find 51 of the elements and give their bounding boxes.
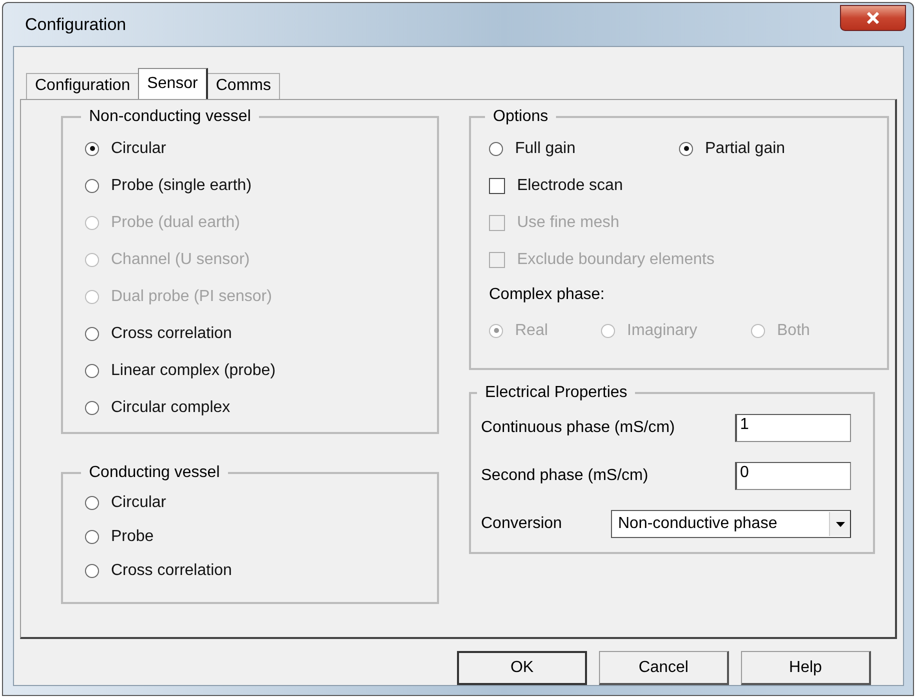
field-label: Complex phase: xyxy=(489,285,606,305)
group-title: Non-conducting vessel xyxy=(88,108,252,126)
window-title: Configuration xyxy=(25,14,126,34)
radio-button[interactable] xyxy=(85,364,99,378)
input-field[interactable]: 1 xyxy=(735,414,851,442)
radio-button[interactable] xyxy=(85,326,99,340)
tab[interactable]: Configuration xyxy=(26,73,140,99)
radio-label: Probe xyxy=(111,528,154,546)
tab[interactable]: Comms xyxy=(206,73,280,99)
radio-button[interactable] xyxy=(489,142,503,156)
input-field[interactable]: 0 xyxy=(735,462,851,490)
checkbox-label: Exclude boundary elements xyxy=(517,250,714,268)
tab[interactable]: Sensor xyxy=(138,68,208,99)
radio-label: Cross correlation xyxy=(111,324,232,342)
radio-label: Channel (U sensor) xyxy=(111,250,250,268)
checkbox[interactable] xyxy=(489,178,505,194)
radio-label: Dual probe (PI sensor) xyxy=(111,288,272,306)
dialog-button[interactable]: Help xyxy=(741,651,871,685)
radio-label: Probe (dual earth) xyxy=(111,214,240,232)
close-icon xyxy=(866,12,880,24)
dialog-button[interactable]: OK xyxy=(457,651,587,685)
radio-label: Circular xyxy=(111,494,166,512)
radio-button[interactable] xyxy=(85,142,99,156)
group-title: Options xyxy=(492,108,550,126)
radio-button[interactable] xyxy=(85,400,99,414)
dropdown-arrow-icon xyxy=(836,522,844,526)
checkbox-label: Electrode scan xyxy=(517,176,623,194)
field-label: Continuous phase (mS/cm) xyxy=(481,419,675,437)
radio-button[interactable] xyxy=(85,564,99,578)
radio-button[interactable] xyxy=(679,142,693,156)
radio-button[interactable] xyxy=(85,530,99,544)
radio-label: Real xyxy=(515,322,548,340)
radio-label: Partial gain xyxy=(705,140,786,158)
group-title: Conducting vessel xyxy=(88,464,221,482)
checkbox-label: Use fine mesh xyxy=(517,214,620,232)
radio-button[interactable] xyxy=(85,496,99,510)
field-label: Conversion xyxy=(481,515,562,533)
field-label: Second phase (mS/cm) xyxy=(481,467,648,485)
radio-label: Circular xyxy=(111,140,166,158)
close-button[interactable] xyxy=(840,4,906,30)
radio-label: Linear complex (probe) xyxy=(111,362,276,380)
dropdown[interactable]: Non-conductive phase xyxy=(611,510,851,538)
radio-label: Probe (single earth) xyxy=(111,176,252,194)
radio-label: Circular complex xyxy=(111,398,230,416)
radio-label: Both xyxy=(777,322,810,340)
radio-button[interactable] xyxy=(85,178,99,192)
group-title: Electrical Properties xyxy=(484,384,628,402)
radio-label: Imaginary xyxy=(627,322,698,340)
dialog-button[interactable]: Cancel xyxy=(599,651,729,685)
radio-label: Cross correlation xyxy=(111,562,232,580)
radio-label: Full gain xyxy=(515,140,576,158)
